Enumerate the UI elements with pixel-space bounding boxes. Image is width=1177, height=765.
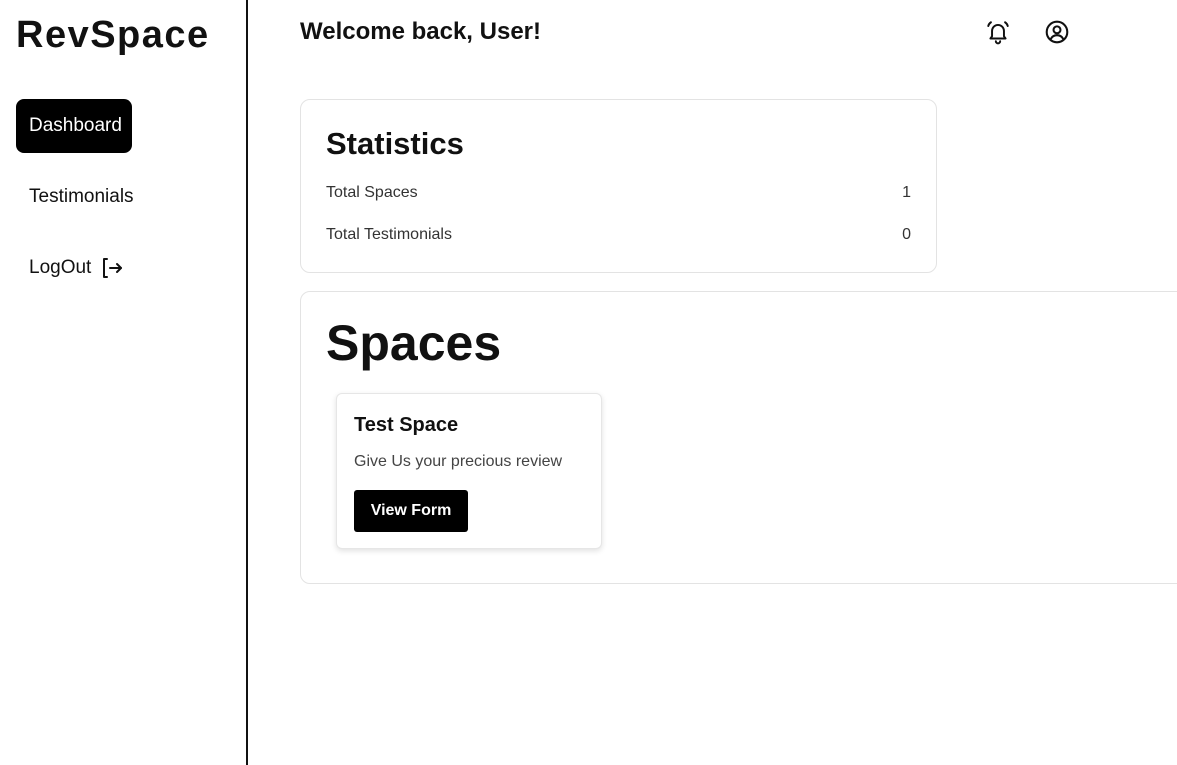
stat-value: 0 — [902, 226, 911, 243]
brand-logo: RevSpace — [16, 14, 210, 56]
user-circle-icon[interactable] — [1044, 19, 1070, 45]
stat-label: Total Testimonials — [326, 226, 452, 243]
space-card: Test Space Give Us your precious review … — [336, 393, 602, 549]
spaces-section: Spaces Test Space Give Us your precious … — [300, 291, 1177, 584]
spaces-title: Spaces — [326, 315, 502, 371]
statistics-card: Statistics Total Spaces 1 Total Testimon… — [300, 99, 937, 273]
view-form-button[interactable]: View Form — [354, 490, 468, 532]
stat-label: Total Spaces — [326, 184, 418, 201]
bell-icon[interactable] — [985, 19, 1011, 45]
space-name: Test Space — [354, 414, 459, 436]
stat-value: 1 — [902, 184, 911, 201]
sidebar-item-dashboard[interactable]: Dashboard — [16, 99, 132, 153]
statistics-title: Statistics — [326, 126, 464, 161]
sidebar-item-label: LogOut — [29, 257, 92, 278]
logout-icon — [100, 256, 124, 280]
stat-row-total-testimonials: Total Testimonials 0 — [326, 226, 911, 244]
sidebar-item-logout[interactable]: LogOut — [16, 241, 137, 295]
sidebar: RevSpace Dashboard Testimonials LogOut — [0, 0, 248, 765]
sidebar-item-label: Testimonials — [29, 186, 134, 207]
app-root: RevSpace Dashboard Testimonials LogOut W… — [0, 0, 1177, 765]
sidebar-item-testimonials[interactable]: Testimonials — [16, 170, 147, 224]
stat-row-total-spaces: Total Spaces 1 — [326, 184, 911, 202]
space-description: Give Us your precious review — [354, 453, 563, 470]
sidebar-item-label: Dashboard — [29, 115, 122, 136]
welcome-heading: Welcome back, User! — [300, 18, 541, 45]
